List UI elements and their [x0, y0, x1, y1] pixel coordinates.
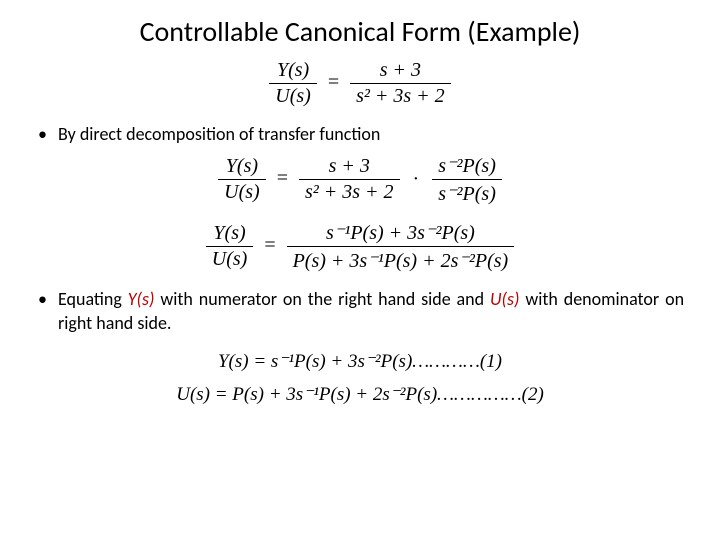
eq3-lhs-den: U(s)	[206, 247, 254, 271]
eq1-lhs-num: Y(s)	[269, 59, 317, 84]
eq2-r-num: s⁻²P(s)	[432, 153, 502, 180]
eq2-mid-den: s² + 3s + 2	[299, 180, 400, 204]
eq1-lhs-den: U(s)	[269, 84, 317, 108]
equation-4: Y(s) = s⁻¹P(s) + 3s⁻²P(s)…………(1)	[218, 350, 502, 373]
eq2-r-den: s⁻²P(s)	[432, 180, 502, 206]
equation-results: Y(s) = s⁻¹P(s) + 3s⁻²P(s)…………(1) U(s) = …	[36, 350, 684, 406]
equation-1: Y(s) U(s) = s + 3 s² + 3s + 2	[36, 59, 684, 108]
slide: Controllable Canonical Form (Example) Y(…	[0, 0, 720, 540]
bullet-1: • By direct decomposition of transfer fu…	[36, 122, 684, 147]
bullet-2-us: U(s)	[490, 288, 519, 310]
eq1-rhs-den: s² + 3s + 2	[350, 84, 451, 108]
eq2-dot: ·	[413, 168, 420, 191]
eq3-r-num: s⁻¹P(s) + 3s⁻²P(s)	[287, 220, 515, 247]
equation-3: Y(s) U(s) = s⁻¹P(s) + 3s⁻²P(s) P(s) + 3s…	[36, 220, 684, 273]
eq2-equals: =	[277, 167, 288, 189]
eq2-lhs-den: U(s)	[218, 180, 266, 204]
eq2-lhs-num: Y(s)	[218, 155, 266, 180]
bullet-dot-icon: •	[36, 287, 58, 312]
bullet-2-pre: Equating	[58, 288, 128, 310]
bullet-dot-icon: •	[36, 122, 58, 147]
equation-5: U(s) = P(s) + 3s⁻¹P(s) + 2s⁻²P(s)……………(2…	[176, 383, 544, 406]
eq3-lhs-num: Y(s)	[206, 222, 254, 247]
equation-2: Y(s) U(s) = s + 3 s² + 3s + 2 · s⁻²P(s) …	[36, 153, 684, 206]
eq1-equals: =	[328, 71, 339, 93]
bullet-2: • Equating Y(s) with numerator on the ri…	[36, 287, 684, 336]
eq2-mid-num: s + 3	[299, 155, 400, 180]
eq3-equals: =	[264, 234, 275, 256]
eq3-r-den: P(s) + 3s⁻¹P(s) + 2s⁻²P(s)	[287, 247, 515, 273]
bullet-1-text: By direct decomposition of transfer func…	[58, 122, 684, 146]
eq1-rhs-num: s + 3	[350, 59, 451, 84]
bullet-2-ys: Y(s)	[128, 288, 155, 310]
bullet-2-mid: with numerator on the right hand side an…	[154, 288, 490, 310]
page-title: Controllable Canonical Form (Example)	[36, 14, 684, 49]
bullet-2-text: Equating Y(s) with numerator on the righ…	[58, 287, 684, 336]
